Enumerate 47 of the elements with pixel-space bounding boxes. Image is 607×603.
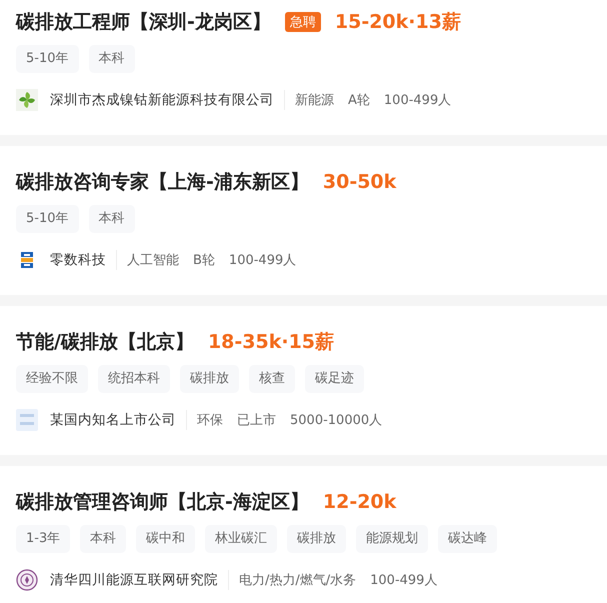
job-card[interactable]: 碳排放管理咨询师【北京-海淀区】 12-20k 1-3年 本科 碳中和 林业碳汇 碳排放 能源规划 碳达峰 清华四川能源互联网研究院 电力/热力/燃气/水务 100-499人: [0, 466, 607, 603]
urgent-badge: 急聘: [284, 12, 321, 32]
tag: 经验不限: [16, 365, 88, 393]
company-detail: 100-499人: [384, 92, 452, 109]
company-detail: 新能源: [295, 92, 334, 109]
tag: 5-10年: [16, 45, 79, 73]
job-title[interactable]: 节能/碳排放【北京】: [16, 329, 194, 355]
company-detail: 100-499人: [370, 572, 438, 589]
tag: 碳中和: [136, 525, 196, 553]
company-name[interactable]: 某国内知名上市公司: [50, 411, 176, 429]
company-name[interactable]: 零数科技: [50, 251, 106, 269]
tag: 本科: [88, 45, 135, 73]
company-detail: B轮: [193, 252, 215, 269]
tag: 本科: [80, 525, 126, 553]
job-title[interactable]: 碳排放管理咨询师【北京-海淀区】: [16, 489, 309, 515]
company-detail: A轮: [348, 92, 370, 109]
company-detail: 已上市: [237, 412, 276, 429]
tag: 核查: [249, 365, 295, 393]
salary: 18-35k·15薪: [208, 330, 334, 355]
tag: 碳达峰: [438, 525, 498, 553]
job-title[interactable]: 碳排放工程师【深圳-龙岗区】: [16, 9, 271, 35]
company-detail: 电力/热力/燃气/水务: [239, 572, 356, 589]
company-detail: 人工智能: [127, 252, 179, 269]
job-card[interactable]: 节能/碳排放【北京】 18-35k·15薪 经验不限 统招本科 碳排放 核查 碳足迹 某国内知名上市公司 环保 已上市 5000-10000人: [0, 306, 607, 455]
salary: 12-20k: [322, 491, 396, 513]
company-logo-icon: [16, 409, 38, 431]
tag: 碳排放: [180, 365, 239, 393]
job-card[interactable]: 碳排放咨询专家【上海-浦东新区】 30-50k 5-10年 本科 零数科技 人工智能 B轮 100-499人: [0, 146, 607, 295]
leaf-logo-icon: [16, 89, 38, 111]
job-title[interactable]: 碳排放咨询专家【上海-浦东新区】: [16, 169, 309, 195]
tag: 碳排放: [287, 525, 346, 553]
company-detail: 100-499人: [228, 252, 296, 269]
tag: 本科: [88, 205, 135, 233]
company-detail: 环保: [197, 412, 223, 429]
salary: 15-20k·13薪: [334, 10, 461, 35]
tag: 1-3年: [16, 525, 70, 553]
tag: 能源规划: [356, 525, 428, 553]
tag: 碳足迹: [305, 365, 364, 393]
job-card[interactable]: 碳排放工程师【深圳-龙岗区】 急聘 15-20k·13薪 5-10年 本科 深圳市杰成镍钴新能源科技有限公司 新能源 A轮 100-499人: [0, 0, 607, 135]
tag: 林业碳汇: [205, 525, 278, 553]
salary: 30-50k: [322, 171, 396, 193]
seal-logo-icon: [16, 569, 38, 591]
company-name[interactable]: 深圳市杰成镍钴新能源科技有限公司: [50, 91, 274, 109]
company-detail: 5000-10000人: [290, 412, 382, 429]
company-name[interactable]: 清华四川能源互联网研究院: [50, 571, 218, 589]
tag: 统招本科: [98, 365, 170, 393]
tag: 5-10年: [16, 205, 79, 233]
